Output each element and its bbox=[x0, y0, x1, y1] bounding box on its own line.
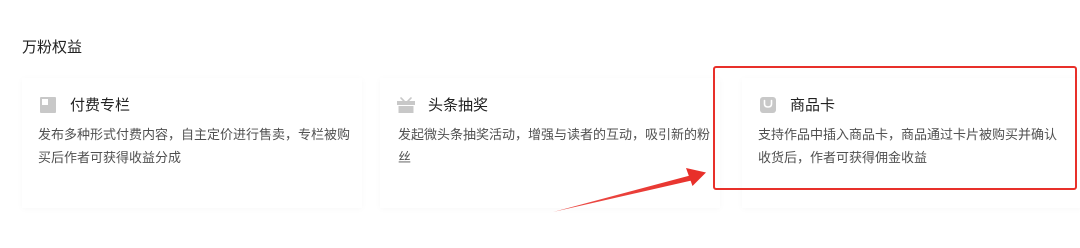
benefit-card-product-card[interactable]: 商品卡 支持作品中插入商品卡，商品通过卡片被购买并确认收货后，作者可获得佣金收益 bbox=[742, 78, 1080, 208]
column-icon bbox=[38, 95, 58, 115]
card-description: 发起微头条抽奖活动，增强与读者的互动，吸引新的粉丝 bbox=[398, 128, 711, 166]
section-title: 万粉权益 bbox=[22, 38, 83, 56]
shopping-bag-icon bbox=[758, 95, 778, 115]
gift-icon bbox=[396, 95, 416, 115]
card-header: 付费专栏 bbox=[38, 94, 130, 116]
card-header: 头条抽奖 bbox=[396, 94, 488, 116]
card-header: 商品卡 bbox=[758, 94, 835, 116]
benefit-card-lottery[interactable]: 头条抽奖 发起微头条抽奖活动，增强与读者的互动，吸引新的粉丝 bbox=[380, 78, 720, 208]
card-title: 商品卡 bbox=[790, 96, 836, 114]
card-description: 发布多种形式付费内容，自主定价进行售卖，专栏被购买后作者可获得收益分成 bbox=[38, 128, 351, 166]
card-description: 支持作品中插入商品卡，商品通过卡片被购买并确认收货后，作者可获得佣金收益 bbox=[758, 128, 1058, 166]
card-title: 付费专栏 bbox=[70, 96, 131, 114]
benefit-card-paid-column[interactable]: 付费专栏 发布多种形式付费内容，自主定价进行售卖，专栏被购买后作者可获得收益分成 bbox=[22, 78, 362, 208]
card-title: 头条抽奖 bbox=[428, 96, 489, 114]
